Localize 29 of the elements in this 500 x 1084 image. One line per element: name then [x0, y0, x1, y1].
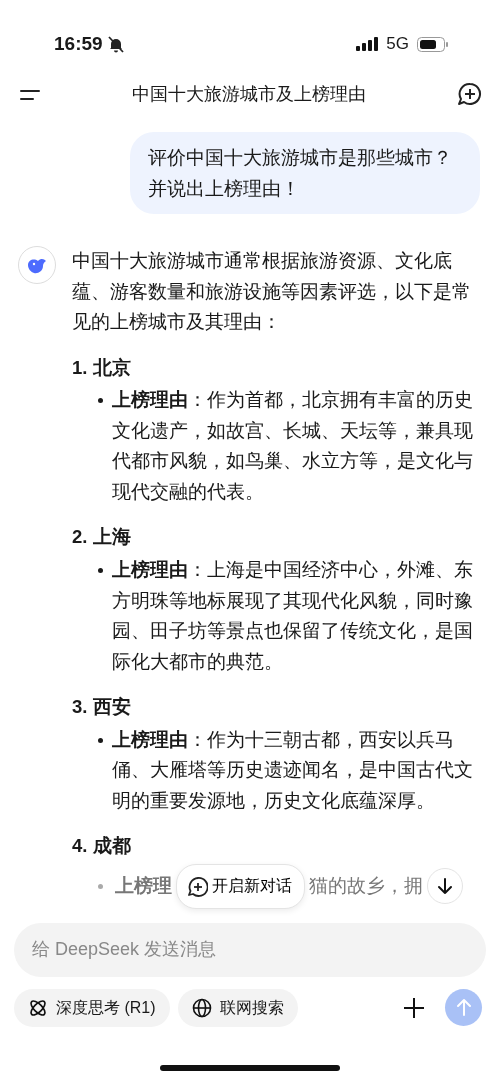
city-heading: 4. 成都 [72, 834, 132, 859]
city-heading: 2. 上海 [72, 525, 132, 550]
intro-paragraph: 中国十大旅游城市通常根据旅游资源、文化底蕴、游客数量和旅游设施等因素评选，以下是常见的上榜城市及其理由： [72, 249, 472, 334]
battery-icon [417, 36, 448, 52]
user-message-bubble: 评价中国十大旅游城市是那些城市？并说出上榜理由！ [130, 132, 480, 214]
atom-icon [28, 997, 48, 1018]
reason-text: 上榜理由：作为首都，北京拥有丰富的历史文化遗产，如故宫、长城、天坛等，兼具现代都市风貌，如鸟巢、水立方等，是文化与现代交融的代表。 [112, 389, 473, 502]
new-chat-pill-button[interactable]: 开启新对话 [176, 864, 305, 909]
reason-text-fragment: 猫的故乡，拥 [309, 874, 423, 898]
globe-icon [191, 997, 212, 1018]
web-search-toggle[interactable]: 联网搜索 [177, 988, 298, 1027]
chat-plus-icon [187, 875, 208, 897]
reason-text: 上榜理由：作为十三朝古都，西安以兵马俑、大雁塔等历史遗迹闻名，是中国古代文明的重要发源地，历史文化底蕴深厚。 [112, 728, 473, 811]
scroll-down-button[interactable] [427, 868, 463, 905]
chat-title: 中国十大旅游城市及上榜理由 [131, 82, 366, 106]
chat-plus-icon [457, 82, 482, 107]
status-time: 16:59 [54, 31, 103, 56]
city-heading: 3. 西安 [72, 695, 132, 719]
reason-text-fragment: 上榜理 [115, 874, 172, 898]
plus-icon [403, 997, 425, 1020]
network-label: 5G [386, 33, 409, 56]
down-arrow-icon [436, 877, 454, 896]
reason-text: 上榜理由：上海是中国经济中心，外滩、东方明珠等地标展现了其现代化风貌，同时豫园、田子坊等景点也保留了传统文化，是国际化大都市的典范。 [112, 559, 473, 672]
message-input[interactable]: 给 DeepSeek 发送消息 [14, 922, 486, 977]
city-heading: 1. 北京 [72, 355, 132, 380]
up-arrow-icon [454, 998, 473, 1017]
deep-think-toggle[interactable]: 深度思考 (R1) [14, 988, 170, 1027]
muted-bell-icon [106, 35, 125, 53]
signal-icon [356, 37, 379, 51]
